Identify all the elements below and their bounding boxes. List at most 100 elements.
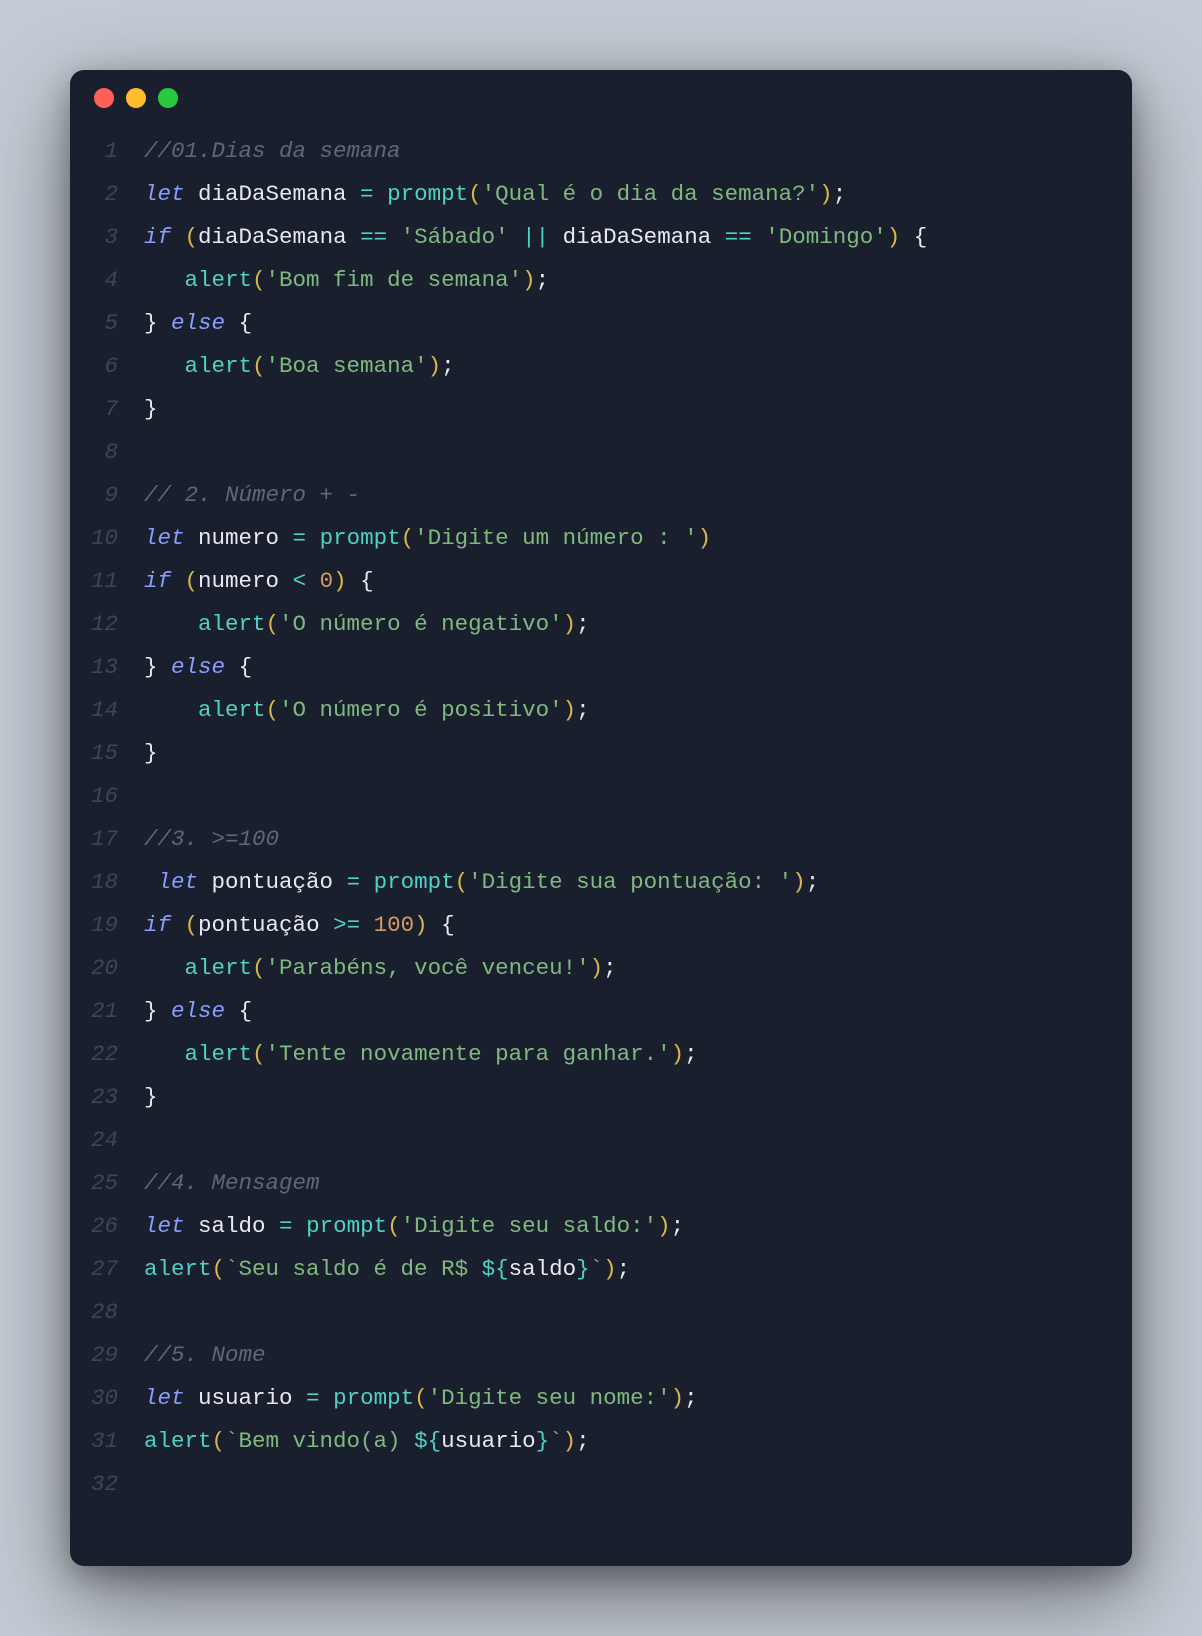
close-icon[interactable] <box>94 88 114 108</box>
code-content[interactable]: // 2. Número + - <box>144 474 1132 517</box>
token-brace: { <box>441 912 455 938</box>
code-content[interactable]: let usuario = prompt('Digite seu nome:')… <box>144 1377 1132 1420</box>
code-line[interactable]: 22 alert('Tente novamente para ganhar.')… <box>70 1033 1132 1076</box>
minimize-icon[interactable] <box>126 88 146 108</box>
code-content[interactable] <box>144 1119 1132 1162</box>
code-content[interactable] <box>144 1463 1132 1506</box>
code-line[interactable]: 21} else { <box>70 990 1132 1033</box>
code-line[interactable]: 29//5. Nome <box>70 1334 1132 1377</box>
token-var: ; <box>603 955 617 981</box>
code-content[interactable] <box>144 431 1132 474</box>
code-content[interactable]: let saldo = prompt('Digite seu saldo:'); <box>144 1205 1132 1248</box>
code-line[interactable]: 9// 2. Número + - <box>70 474 1132 517</box>
code-line[interactable]: 19if (pontuação >= 100) { <box>70 904 1132 947</box>
code-line[interactable]: 7} <box>70 388 1132 431</box>
code-line[interactable]: 17//3. >=100 <box>70 818 1132 861</box>
code-content[interactable]: if (diaDaSemana == 'Sábado' || diaDaSema… <box>144 216 1132 259</box>
line-number: 10 <box>70 517 144 560</box>
line-number: 5 <box>70 302 144 345</box>
code-content[interactable]: let diaDaSemana = prompt('Qual é o dia d… <box>144 173 1132 216</box>
line-number: 3 <box>70 216 144 259</box>
code-content[interactable]: } else { <box>144 302 1132 345</box>
token-paren: ( <box>401 525 415 551</box>
code-content[interactable]: //5. Nome <box>144 1334 1132 1377</box>
code-content[interactable]: alert('Bom fim de semana'); <box>144 259 1132 302</box>
code-line[interactable]: 12 alert('O número é negativo'); <box>70 603 1132 646</box>
code-content[interactable]: } <box>144 1076 1132 1119</box>
code-line[interactable]: 27alert(`Seu saldo é de R$ ${saldo}`); <box>70 1248 1132 1291</box>
token-var <box>374 181 388 207</box>
token-op: = <box>306 1385 320 1411</box>
token-paren: ( <box>252 1041 266 1067</box>
code-line[interactable]: 5} else { <box>70 302 1132 345</box>
token-kw: else <box>171 654 225 680</box>
code-content[interactable] <box>144 1291 1132 1334</box>
line-number: 12 <box>70 603 144 646</box>
token-paren: ) <box>657 1213 671 1239</box>
code-content[interactable]: } else { <box>144 990 1132 1033</box>
code-content[interactable]: alert(`Bem vindo(a) ${usuario}`); <box>144 1420 1132 1463</box>
token-paren: ( <box>266 611 280 637</box>
token-kw: let <box>144 1213 185 1239</box>
code-line[interactable]: 28 <box>70 1291 1132 1334</box>
code-content[interactable] <box>144 775 1132 818</box>
code-content[interactable]: alert('Tente novamente para ganhar.'); <box>144 1033 1132 1076</box>
code-content[interactable]: alert('O número é positivo'); <box>144 689 1132 732</box>
code-line[interactable]: 26let saldo = prompt('Digite seu saldo:'… <box>70 1205 1132 1248</box>
code-line[interactable]: 14 alert('O número é positivo'); <box>70 689 1132 732</box>
token-fn: prompt <box>374 869 455 895</box>
token-str: 'Digite sua pontuação: ' <box>468 869 792 895</box>
code-line[interactable]: 30let usuario = prompt('Digite seu nome:… <box>70 1377 1132 1420</box>
code-line[interactable]: 13} else { <box>70 646 1132 689</box>
token-paren: ( <box>414 1385 428 1411</box>
code-line[interactable]: 10let numero = prompt('Digite um número … <box>70 517 1132 560</box>
line-number: 6 <box>70 345 144 388</box>
code-content[interactable]: if (pontuação >= 100) { <box>144 904 1132 947</box>
code-content[interactable]: alert(`Seu saldo é de R$ ${saldo}`); <box>144 1248 1132 1291</box>
code-line[interactable]: 16 <box>70 775 1132 818</box>
code-line[interactable]: 11if (numero < 0) { <box>70 560 1132 603</box>
token-var: saldo <box>185 1213 280 1239</box>
token-paren: ( <box>252 267 266 293</box>
code-content[interactable]: //01.Dias da semana <box>144 130 1132 173</box>
code-line[interactable]: 25//4. Mensagem <box>70 1162 1132 1205</box>
code-line[interactable]: 32 <box>70 1463 1132 1506</box>
code-window: 1//01.Dias da semana2let diaDaSemana = p… <box>70 70 1132 1566</box>
code-content[interactable]: } <box>144 732 1132 775</box>
token-fn: alert <box>198 697 266 723</box>
code-content[interactable]: //3. >=100 <box>144 818 1132 861</box>
code-content[interactable]: //4. Mensagem <box>144 1162 1132 1205</box>
zoom-icon[interactable] <box>158 88 178 108</box>
code-content[interactable]: alert('O número é negativo'); <box>144 603 1132 646</box>
code-line[interactable]: 20 alert('Parabéns, você venceu!'); <box>70 947 1132 990</box>
code-line[interactable]: 4 alert('Bom fim de semana'); <box>70 259 1132 302</box>
line-number: 32 <box>70 1463 144 1506</box>
code-line[interactable]: 1//01.Dias da semana <box>70 130 1132 173</box>
code-line[interactable]: 3if (diaDaSemana == 'Sábado' || diaDaSem… <box>70 216 1132 259</box>
code-content[interactable]: let pontuação = prompt('Digite sua pontu… <box>144 861 1132 904</box>
line-number: 19 <box>70 904 144 947</box>
token-str: 'Digite um número : ' <box>414 525 698 551</box>
line-number: 24 <box>70 1119 144 1162</box>
token-tmpli: ${ <box>414 1428 441 1454</box>
code-line[interactable]: 8 <box>70 431 1132 474</box>
code-line[interactable]: 6 alert('Boa semana'); <box>70 345 1132 388</box>
line-number: 21 <box>70 990 144 1033</box>
line-number: 28 <box>70 1291 144 1334</box>
code-line[interactable]: 23} <box>70 1076 1132 1119</box>
code-line[interactable]: 24 <box>70 1119 1132 1162</box>
code-line[interactable]: 2let diaDaSemana = prompt('Qual é o dia … <box>70 173 1132 216</box>
code-content[interactable]: } else { <box>144 646 1132 689</box>
token-num: 100 <box>374 912 415 938</box>
token-var: numero <box>185 525 293 551</box>
code-content[interactable]: alert('Boa semana'); <box>144 345 1132 388</box>
code-content[interactable]: alert('Parabéns, você venceu!'); <box>144 947 1132 990</box>
code-content[interactable]: let numero = prompt('Digite um número : … <box>144 517 1132 560</box>
code-line[interactable]: 31alert(`Bem vindo(a) ${usuario}`); <box>70 1420 1132 1463</box>
code-line[interactable]: 18 let pontuação = prompt('Digite sua po… <box>70 861 1132 904</box>
code-content[interactable]: } <box>144 388 1132 431</box>
code-line[interactable]: 15} <box>70 732 1132 775</box>
code-content[interactable]: if (numero < 0) { <box>144 560 1132 603</box>
line-number: 17 <box>70 818 144 861</box>
code-editor[interactable]: 1//01.Dias da semana2let diaDaSemana = p… <box>70 126 1132 1566</box>
